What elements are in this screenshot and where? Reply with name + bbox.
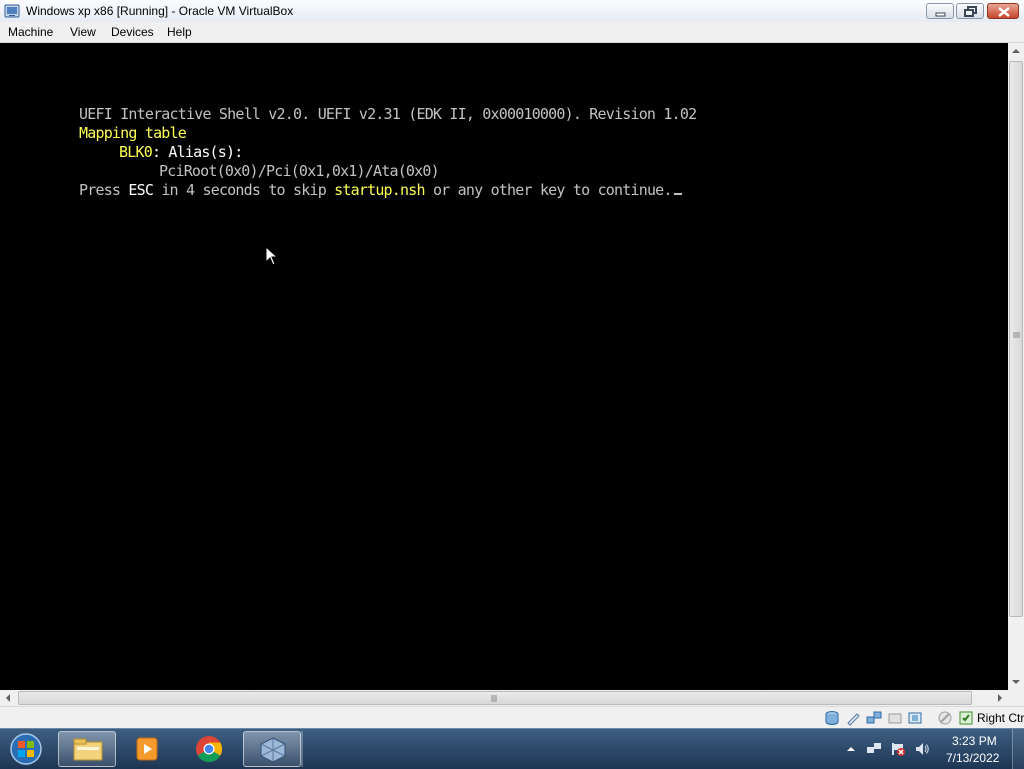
- grip-icon: [491, 695, 497, 702]
- menu-help[interactable]: Help: [167, 25, 192, 39]
- virtualbox-icon: [260, 737, 286, 763]
- scroll-down-icon[interactable]: [1008, 674, 1024, 690]
- taskbar-media-player-button[interactable]: [118, 731, 176, 767]
- virtualbox-icon: [4, 4, 20, 18]
- menu-devices[interactable]: Devices: [111, 25, 154, 39]
- startup-prompt-line: Press ESC in 4 seconds to skip startup.n…: [79, 181, 682, 199]
- show-hidden-icons-icon[interactable]: [843, 741, 859, 757]
- shared-folder-icon[interactable]: [907, 710, 923, 726]
- menu-bar: Machine View Devices Help: [0, 22, 1024, 43]
- device-name: BLK0: [119, 143, 153, 161]
- vm-status-bar: Right Ctrl: [0, 706, 1024, 729]
- mouse-integration-icon[interactable]: [958, 710, 974, 726]
- taskbar-virtualbox-button[interactable]: [243, 731, 301, 767]
- clock-date[interactable]: 7/13/2022: [946, 751, 999, 765]
- mapping-table-heading: Mapping table: [79, 124, 187, 142]
- scroll-right-icon[interactable]: [992, 690, 1008, 706]
- device-alias-line: BLK0: Alias(s):: [119, 143, 243, 161]
- volume-icon[interactable]: [914, 741, 930, 757]
- vm-display[interactable]: UEFI Interactive Shell v2.0. UEFI v2.31 …: [0, 43, 1008, 690]
- maximize-icon: [964, 6, 977, 17]
- minimize-icon: [935, 12, 946, 17]
- taskbar-explorer-button[interactable]: [58, 731, 116, 767]
- scroll-corner: [1008, 690, 1024, 706]
- menu-machine[interactable]: Machine: [8, 25, 53, 39]
- start-orb-icon[interactable]: [7, 732, 45, 766]
- mouse-pointer-icon: [265, 246, 279, 266]
- grip-icon: [1013, 332, 1020, 338]
- vertical-scroll-thumb[interactable]: [1009, 61, 1023, 617]
- close-button[interactable]: [987, 3, 1019, 19]
- prompt-text-b: in 4 seconds to skip: [153, 181, 335, 199]
- prompt-text-c: or any other key to continue.: [424, 181, 673, 199]
- alias-label: : Alias(s):: [151, 143, 243, 161]
- minimize-button[interactable]: [926, 3, 954, 19]
- network-icon[interactable]: [866, 710, 882, 726]
- maximize-button[interactable]: [956, 3, 984, 19]
- chrome-icon: [196, 736, 223, 763]
- media-player-icon: [136, 737, 158, 761]
- taskbar: 3:23 PM 7/13/2022: [0, 728, 1024, 769]
- horizontal-scroll-thumb[interactable]: [18, 691, 972, 705]
- taskbar-separator: [301, 731, 303, 767]
- network-tray-icon[interactable]: [866, 741, 882, 757]
- optical-drive-icon[interactable]: [845, 710, 861, 726]
- taskbar-chrome-button[interactable]: [180, 731, 238, 767]
- close-icon: [998, 7, 1010, 17]
- display-icon[interactable]: [937, 710, 953, 726]
- scroll-up-icon[interactable]: [1008, 43, 1024, 59]
- menu-view[interactable]: View: [70, 25, 96, 39]
- window-title: Windows xp x86 [Running] - Oracle VM Vir…: [26, 4, 294, 18]
- startup-file-name: startup.nsh: [334, 181, 425, 199]
- scroll-left-icon[interactable]: [0, 690, 16, 706]
- action-center-icon[interactable]: [890, 741, 906, 757]
- window-title-bar[interactable]: Windows xp x86 [Running] - Oracle VM Vir…: [0, 0, 1024, 23]
- text-cursor: [673, 193, 682, 195]
- clock-time[interactable]: 3:23 PM: [952, 734, 997, 748]
- windows-explorer-icon: [73, 738, 103, 761]
- usb-icon[interactable]: [887, 710, 903, 726]
- hard-disk-icon[interactable]: [824, 710, 840, 726]
- device-path-line: PciRoot(0x0)/Pci(0x1,0x1)/Ata(0x0): [159, 162, 440, 180]
- show-desktop-button[interactable]: [1012, 729, 1024, 769]
- prompt-text-a: Press: [79, 181, 129, 199]
- shell-version-line: UEFI Interactive Shell v2.0. UEFI v2.31 …: [79, 105, 697, 123]
- esc-key-label: ESC: [128, 181, 154, 199]
- host-key-label: Right Ctrl: [977, 711, 1024, 725]
- vertical-scrollbar[interactable]: [1008, 43, 1024, 690]
- horizontal-scrollbar[interactable]: [0, 690, 1008, 706]
